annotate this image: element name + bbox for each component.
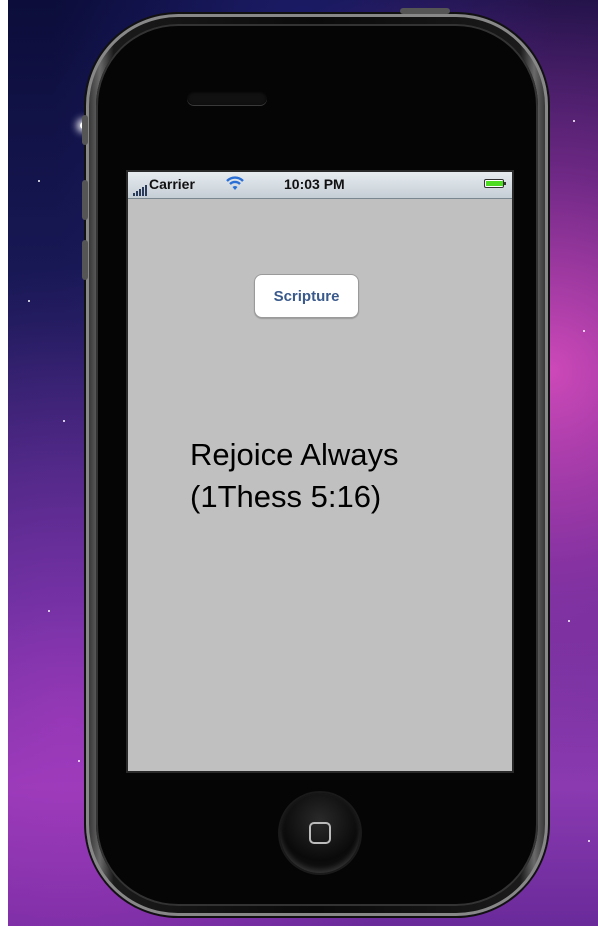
carrier-name: Carrier bbox=[149, 176, 195, 192]
volume-up-button[interactable] bbox=[82, 180, 88, 220]
status-bar: Carrier 10:03 PM bbox=[128, 172, 512, 199]
star bbox=[63, 420, 65, 422]
battery-icon bbox=[484, 179, 506, 188]
verse-text: Rejoice Always (1Thess 5:16) bbox=[190, 434, 500, 518]
star bbox=[78, 760, 80, 762]
wifi-icon bbox=[225, 175, 245, 194]
mute-switch[interactable] bbox=[82, 115, 88, 145]
signal-bars-icon bbox=[133, 180, 148, 196]
status-time: 10:03 PM bbox=[284, 176, 345, 192]
star bbox=[48, 610, 50, 612]
star bbox=[573, 120, 575, 122]
volume-down-button[interactable] bbox=[82, 240, 88, 280]
star bbox=[568, 620, 570, 622]
battery-fill bbox=[486, 181, 503, 186]
star bbox=[588, 840, 590, 842]
verse-line-2: (1Thess 5:16) bbox=[190, 479, 382, 514]
star bbox=[583, 330, 585, 332]
scripture-button[interactable]: Scripture bbox=[254, 274, 359, 318]
iphone-screen: Carrier 10:03 PM Scripture Rejoice Alway… bbox=[126, 170, 514, 773]
sleep-wake-button[interactable] bbox=[400, 8, 450, 14]
home-square-icon bbox=[309, 822, 331, 844]
star bbox=[28, 300, 30, 302]
home-button[interactable] bbox=[280, 793, 360, 873]
verse-line-1: Rejoice Always bbox=[190, 437, 399, 472]
earpiece-speaker bbox=[187, 91, 267, 105]
star bbox=[38, 180, 40, 182]
